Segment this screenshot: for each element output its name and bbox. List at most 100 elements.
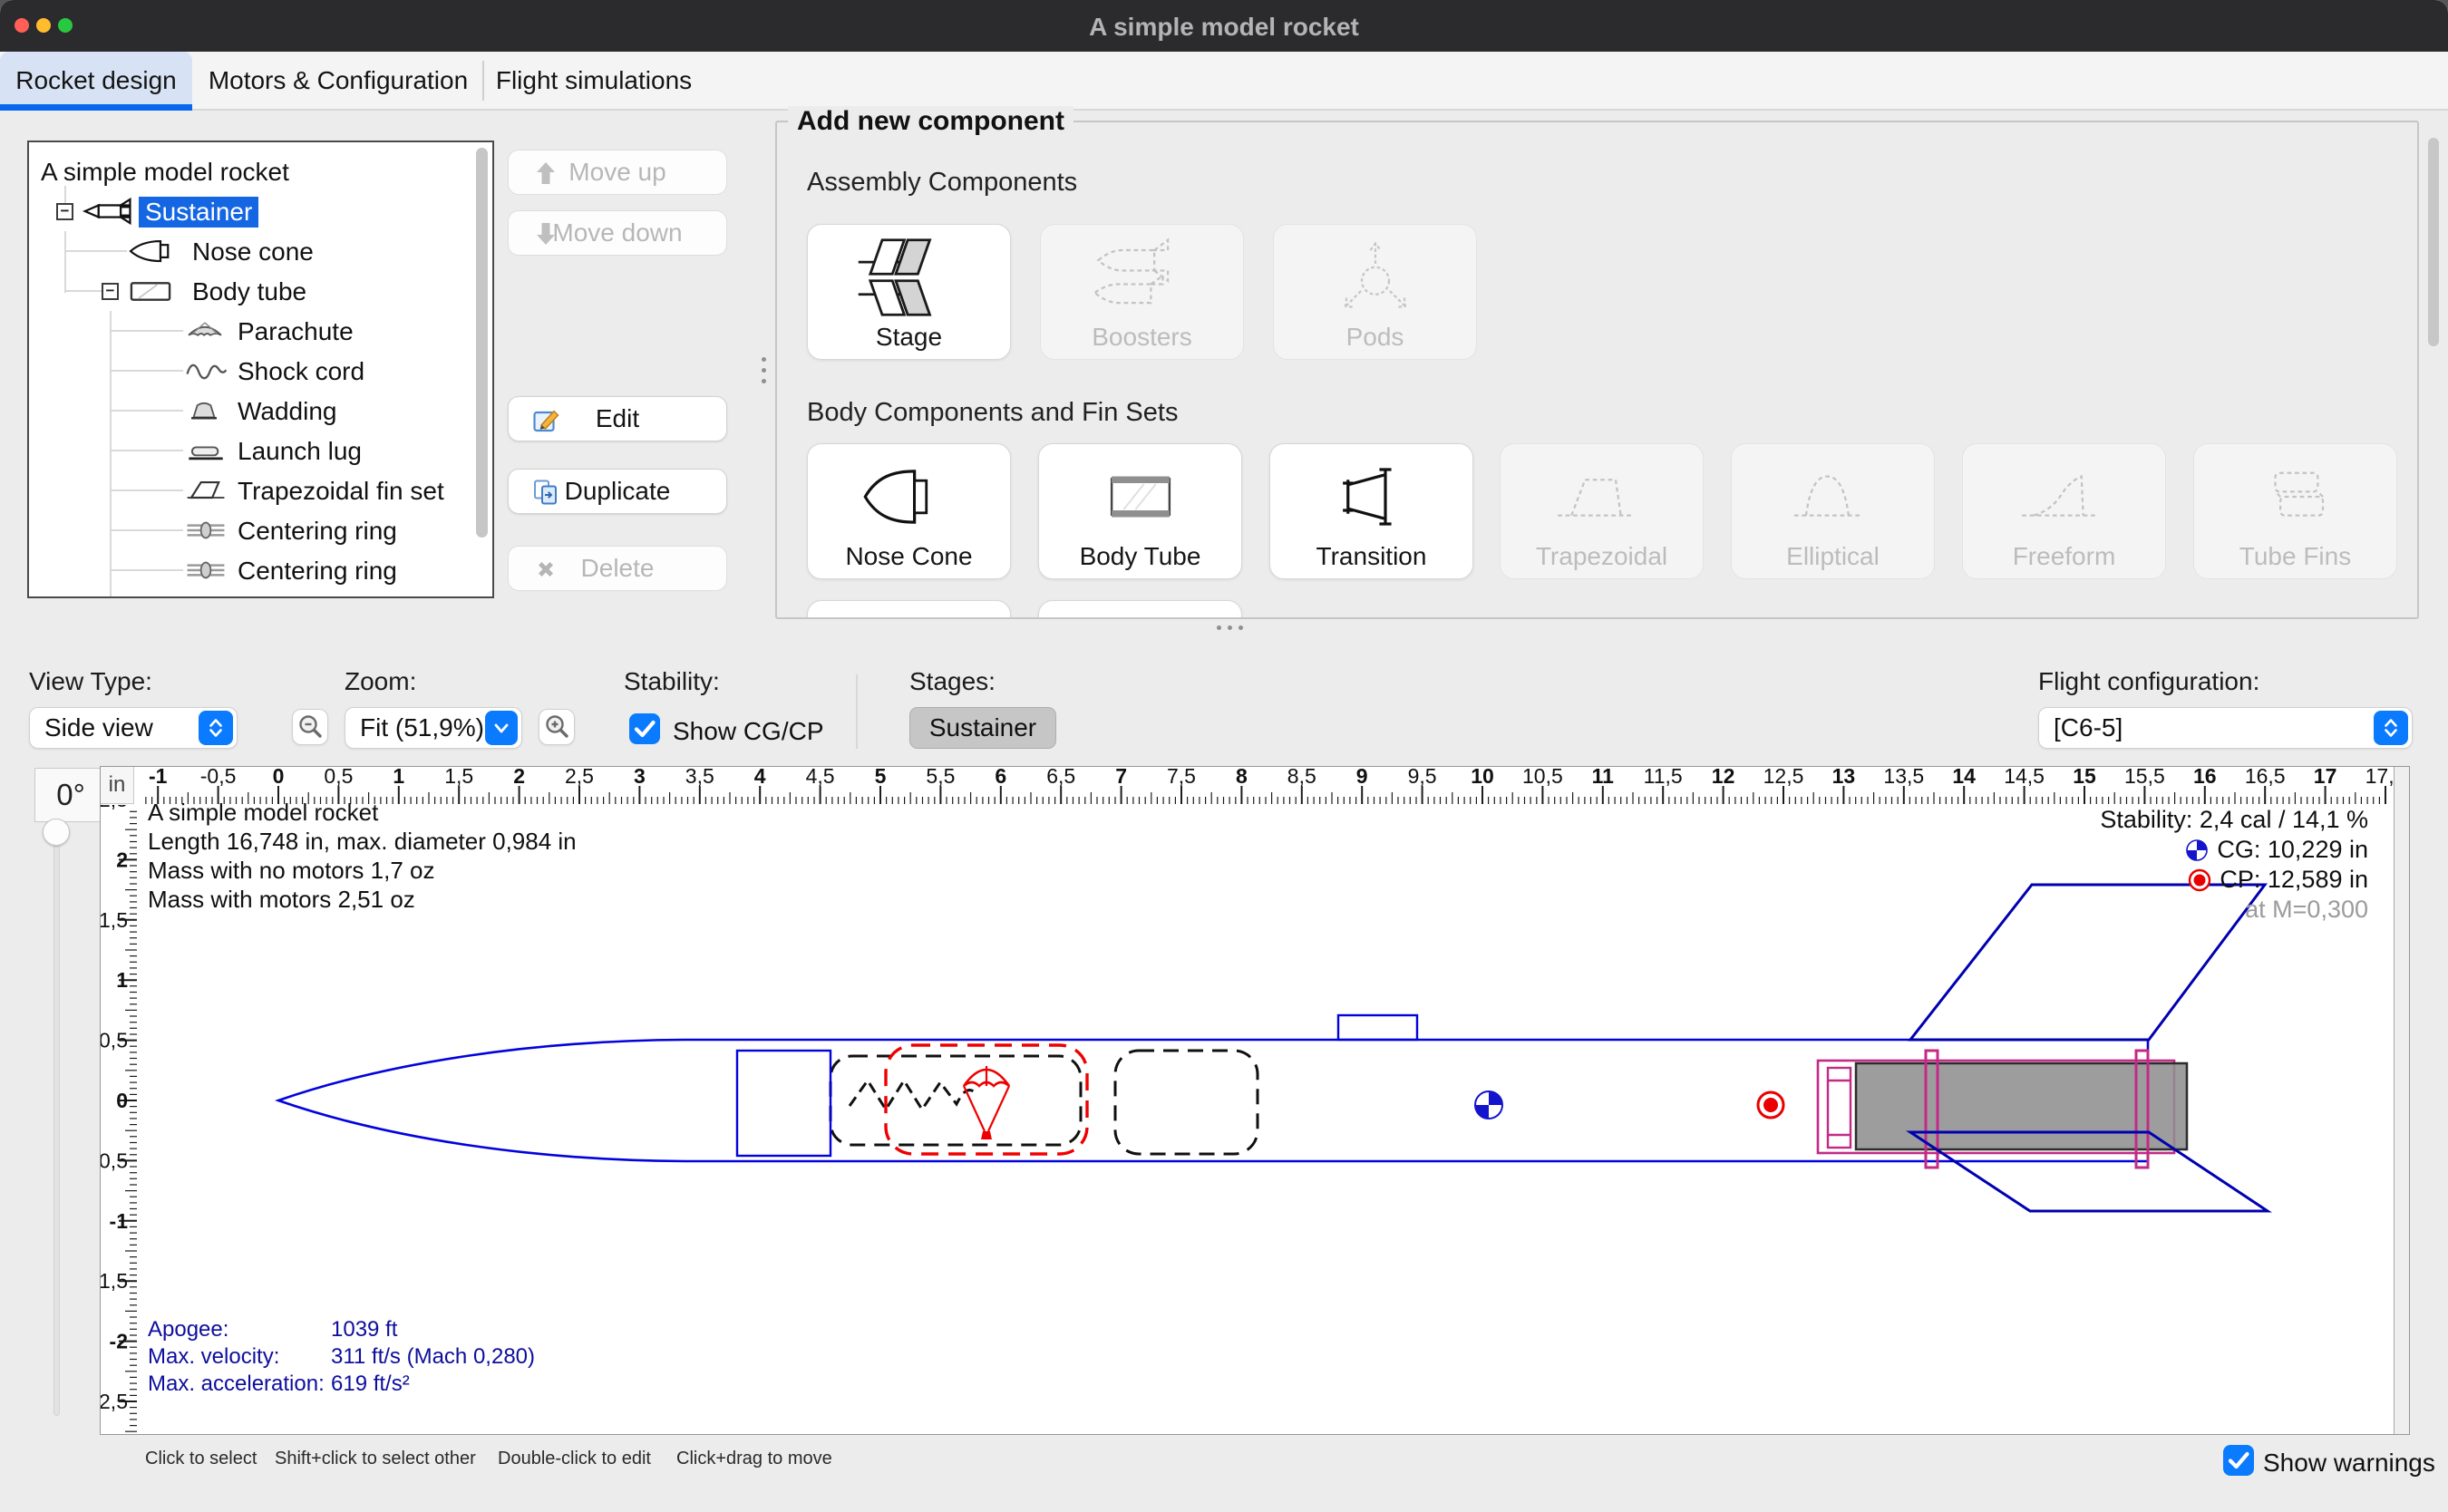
component-button-transition[interactable]: Transition: [1269, 443, 1473, 579]
flight-config-select[interactable]: [C6-5]: [2038, 707, 2413, 749]
component-button-label: Stage: [808, 323, 1010, 352]
tree-connector: [110, 489, 183, 491]
zoom-in-icon: [543, 713, 570, 741]
tree-item-centering-ring[interactable]: Centering ring: [29, 510, 492, 550]
tree-item-wadding[interactable]: Wadding: [29, 391, 492, 431]
freeform-icon: [1996, 451, 2132, 542]
hint-2: Shift+click to select other: [275, 1449, 476, 1469]
rotation-angle-display: 0°: [34, 768, 107, 822]
tree-item-shock-cord[interactable]: Shock cord: [29, 351, 492, 391]
tree-item-trapezoidal-fin-set[interactable]: Trapezoidal fin set: [29, 470, 492, 510]
tree-item-launch-lug[interactable]: Launch lug: [29, 431, 492, 470]
svg-text:13,5: 13,5: [1883, 767, 1924, 788]
panel-scrollbar[interactable]: [2428, 138, 2439, 346]
tree-item-inner-tube[interactable]: +Inner Tube: [29, 590, 492, 598]
tubefins-icon: [2228, 451, 2364, 542]
tree-connector: [110, 529, 183, 531]
component-button-stage[interactable]: Stage: [807, 224, 1011, 360]
svg-text:5,5: 5,5: [926, 767, 955, 788]
tree-item-root[interactable]: A simple model rocket: [29, 151, 492, 191]
rotation-slider-knob[interactable]: [43, 819, 70, 846]
tab-motors-configuration[interactable]: Motors & Configuration: [201, 52, 475, 109]
vertical-splitter-handle[interactable]: [762, 357, 766, 383]
centeringring-icon: [183, 515, 228, 546]
stability-label: Stability:: [624, 667, 720, 696]
show-cgcp-label: Show CG/CP: [673, 717, 824, 746]
component-button-tube-fins: Tube Fins: [2193, 443, 2397, 579]
component-button-label: Nose Cone: [808, 542, 1010, 571]
svg-text:4: 4: [754, 767, 766, 788]
flight-config-value: [C6-5]: [2054, 713, 2123, 742]
tree-item-nose-cone[interactable]: Nose cone: [29, 231, 492, 271]
zoom-value: Fit (51,9%): [360, 713, 484, 742]
check-icon: [2223, 1445, 2254, 1476]
zoom-in-button[interactable]: [539, 709, 575, 745]
tree-item-centering-ring[interactable]: Centering ring: [29, 550, 492, 590]
component-tree[interactable]: A simple model rocket−SustainerNose cone…: [27, 141, 494, 598]
show-warnings-checkbox[interactable]: [2223, 1445, 2254, 1476]
launchlug-icon: [183, 435, 228, 466]
svg-text:3: 3: [634, 767, 646, 788]
tree-item-sustainer[interactable]: −Sustainer: [29, 191, 492, 231]
component-button-label: Trapezoidal: [1501, 542, 1703, 571]
flight-data-label: Max. velocity:: [148, 1343, 331, 1371]
wadding-outline: [1115, 1051, 1258, 1154]
tree-connector: [110, 330, 183, 332]
chevron-down-icon: [485, 711, 518, 745]
svg-text:7,5: 7,5: [1167, 767, 1196, 788]
tree-item-label: Body tube: [186, 276, 313, 307]
tree-expander-collapse[interactable]: −: [102, 283, 119, 300]
svg-text:2: 2: [116, 848, 128, 871]
svg-text:0: 0: [273, 767, 285, 788]
stability-text: Stability: 2,4 cal / 14,1 %: [2100, 805, 2368, 835]
svg-text:12,5: 12,5: [1763, 767, 1804, 788]
svg-text:9,5: 9,5: [1408, 767, 1437, 788]
cp-marker: [1758, 1092, 1783, 1118]
tree-item-label: Trapezoidal fin set: [231, 476, 451, 507]
bodytube-icon: [1073, 451, 1209, 542]
zoom-select[interactable]: Fit (51,9%): [345, 707, 522, 749]
tab-flight-simulations[interactable]: Flight simulations: [490, 52, 698, 109]
duplicate-icon: [532, 479, 559, 506]
tree-item-label: Wadding: [231, 396, 343, 427]
edit-label: Edit: [596, 404, 639, 433]
view-type-select[interactable]: Side view: [29, 707, 238, 749]
bodytube-icon: [127, 276, 174, 306]
tab-separator: [482, 61, 484, 101]
shock-cord-line: [850, 1081, 978, 1110]
app-window: A simple model rocket Rocket designMotor…: [0, 0, 2448, 1512]
svg-text:11,5: 11,5: [1644, 767, 1683, 788]
show-cgcp-checkbox[interactable]: [629, 713, 660, 744]
horizontal-splitter-handle[interactable]: [1217, 625, 1243, 630]
svg-text:16,5: 16,5: [2245, 767, 2286, 788]
svg-text:-0,5: -0,5: [200, 767, 237, 788]
zoom-out-button[interactable]: [292, 709, 328, 745]
window-title: A simple model rocket: [0, 13, 2448, 42]
component-button-label: Tube Fins: [2194, 542, 2396, 571]
flight-data-value: 619 ft/s²: [331, 1371, 410, 1398]
tree-expander-collapse[interactable]: −: [56, 203, 73, 220]
component-button-label: Body Tube: [1039, 542, 1241, 571]
stage-toggle-sustainer[interactable]: Sustainer: [909, 707, 1056, 749]
nosecone-icon: [127, 236, 174, 267]
shockcord-icon: [183, 355, 228, 386]
component-button-body-tube[interactable]: Body Tube: [1038, 443, 1242, 579]
tab-rocket-design[interactable]: Rocket design: [0, 52, 192, 109]
svg-text:10,5: 10,5: [1522, 767, 1563, 788]
tree-item-body-tube[interactable]: − Body tube: [29, 271, 492, 311]
canvas-scrollbar[interactable]: [2394, 767, 2409, 1435]
tree-item-parachute[interactable]: Parachute: [29, 311, 492, 351]
nose-shoulder-outline: [737, 1051, 831, 1156]
component-button-boosters: Boosters: [1040, 224, 1244, 360]
flight-data-value: 311 ft/s (Mach 0,280): [331, 1343, 535, 1371]
svg-text:7: 7: [1115, 767, 1127, 788]
duplicate-button[interactable]: Duplicate: [508, 469, 727, 514]
svg-text:8: 8: [1236, 767, 1248, 788]
rotation-slider-track[interactable]: [53, 831, 60, 1416]
tree-scrollbar[interactable]: [476, 148, 488, 538]
edit-button[interactable]: Edit: [508, 396, 727, 441]
component-button-label: Freeform: [1963, 542, 2165, 571]
svg-text:13: 13: [1832, 767, 1856, 788]
svg-text:-0,5: -0,5: [101, 1149, 128, 1172]
component-button-nose-cone[interactable]: Nose Cone: [807, 443, 1011, 579]
